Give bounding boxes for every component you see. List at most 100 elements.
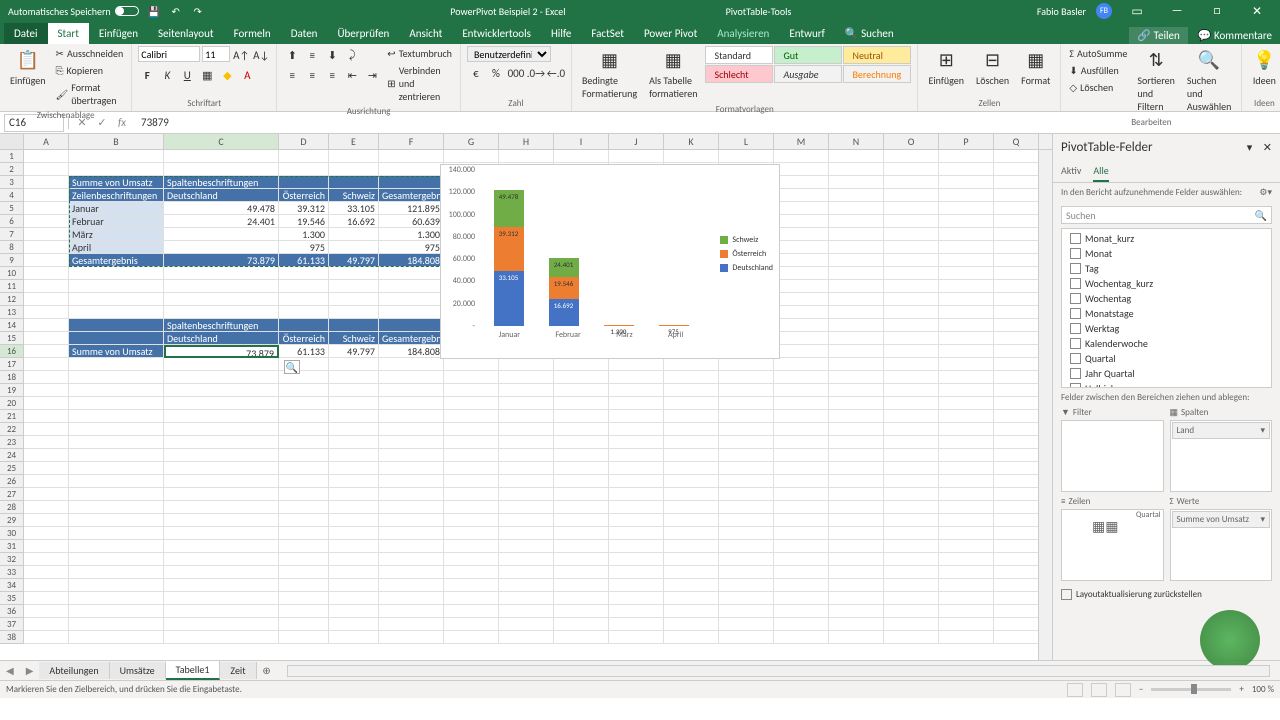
- cell-E31[interactable]: [329, 540, 379, 553]
- cell-B22[interactable]: [69, 423, 164, 436]
- cell-N12[interactable]: [829, 293, 884, 306]
- row-header-13[interactable]: 13: [0, 306, 24, 319]
- cell-G27[interactable]: [444, 488, 499, 501]
- cell-M8[interactable]: [774, 241, 829, 254]
- cell-Q10[interactable]: [994, 267, 1039, 280]
- cell-A35[interactable]: [24, 592, 69, 605]
- cell-C13[interactable]: [164, 306, 279, 319]
- percent-icon[interactable]: %: [487, 64, 505, 82]
- row-header-11[interactable]: 11: [0, 280, 24, 293]
- cell-O4[interactable]: [884, 189, 939, 202]
- cell-B16[interactable]: Summe von Umsatz: [69, 345, 164, 358]
- cell-J36[interactable]: [609, 605, 664, 618]
- cell-O6[interactable]: [884, 215, 939, 228]
- cell-O19[interactable]: [884, 384, 939, 397]
- row-header-38[interactable]: 38: [0, 631, 24, 644]
- cell-F24[interactable]: [379, 449, 444, 462]
- cell-A1[interactable]: [24, 150, 69, 163]
- row-header-30[interactable]: 30: [0, 527, 24, 540]
- row-field-quartal[interactable]: Quartal: [1136, 510, 1160, 520]
- cell-M10[interactable]: [774, 267, 829, 280]
- cell-C35[interactable]: [164, 592, 279, 605]
- bar-Februar[interactable]: 24.40119.54616.692: [549, 258, 579, 326]
- cell-B15[interactable]: [69, 332, 164, 345]
- cell-D11[interactable]: [279, 280, 329, 293]
- cell-O25[interactable]: [884, 462, 939, 475]
- cell-Q18[interactable]: [994, 371, 1039, 384]
- conditional-format-button[interactable]: ▦Bedingte Formatierung: [578, 46, 641, 102]
- cell-B25[interactable]: [69, 462, 164, 475]
- cell-K36[interactable]: [664, 605, 719, 618]
- column-header-Q[interactable]: Q: [994, 134, 1039, 149]
- cell-E14[interactable]: [329, 319, 379, 332]
- cell-G22[interactable]: [444, 423, 499, 436]
- cell-D22[interactable]: [279, 423, 329, 436]
- cell-O22[interactable]: [884, 423, 939, 436]
- cell-O26[interactable]: [884, 475, 939, 488]
- cell-G38[interactable]: [444, 631, 499, 644]
- field-list[interactable]: Monat_kurzMonatTagWochentag_kurzWochenta…: [1061, 228, 1272, 388]
- cell-I28[interactable]: [554, 501, 609, 514]
- cell-P2[interactable]: [939, 163, 994, 176]
- cell-L27[interactable]: [719, 488, 774, 501]
- cell-E12[interactable]: [329, 293, 379, 306]
- cell-A11[interactable]: [24, 280, 69, 293]
- row-header-9[interactable]: 9: [0, 254, 24, 267]
- cell-B8[interactable]: April: [69, 241, 164, 254]
- align-middle-icon[interactable]: ≡: [303, 46, 321, 64]
- cell-Q23[interactable]: [994, 436, 1039, 449]
- cell-G34[interactable]: [444, 579, 499, 592]
- cell-P32[interactable]: [939, 553, 994, 566]
- cell-M4[interactable]: [774, 189, 829, 202]
- value-field-umsatz[interactable]: Summe von Umsatz▾: [1172, 511, 1271, 528]
- cell-A8[interactable]: [24, 241, 69, 254]
- cell-N22[interactable]: [829, 423, 884, 436]
- column-header-K[interactable]: K: [664, 134, 719, 149]
- cell-H33[interactable]: [499, 566, 554, 579]
- pivot-chart[interactable]: -20.00040.00060.00080.000100.000120.0001…: [440, 164, 780, 359]
- cell-I38[interactable]: [554, 631, 609, 644]
- cell-J35[interactable]: [609, 592, 664, 605]
- cell-N36[interactable]: [829, 605, 884, 618]
- cell-C8[interactable]: [164, 241, 279, 254]
- cell-Q30[interactable]: [994, 527, 1039, 540]
- cell-N6[interactable]: [829, 215, 884, 228]
- ribbon-options-icon[interactable]: ▭: [1122, 4, 1152, 19]
- cell-Q21[interactable]: [994, 410, 1039, 423]
- tab-factset[interactable]: FactSet: [581, 23, 634, 44]
- cell-J18[interactable]: [609, 371, 664, 384]
- cell-L31[interactable]: [719, 540, 774, 553]
- cell-Q13[interactable]: [994, 306, 1039, 319]
- cell-A19[interactable]: [24, 384, 69, 397]
- cell-G28[interactable]: [444, 501, 499, 514]
- cell-F17[interactable]: [379, 358, 444, 371]
- cell-J1[interactable]: [609, 150, 664, 163]
- cell-Q4[interactable]: [994, 189, 1039, 202]
- cell-O37[interactable]: [884, 618, 939, 631]
- row-header-26[interactable]: 26: [0, 475, 24, 488]
- cell-O24[interactable]: [884, 449, 939, 462]
- cell-P28[interactable]: [939, 501, 994, 514]
- row-header-5[interactable]: 5: [0, 202, 24, 215]
- cell-K25[interactable]: [664, 462, 719, 475]
- cell-D31[interactable]: [279, 540, 329, 553]
- cell-M36[interactable]: [774, 605, 829, 618]
- cell-G36[interactable]: [444, 605, 499, 618]
- cell-N27[interactable]: [829, 488, 884, 501]
- cell-B19[interactable]: [69, 384, 164, 397]
- cell-B5[interactable]: Januar: [69, 202, 164, 215]
- cell-F33[interactable]: [379, 566, 444, 579]
- cell-N21[interactable]: [829, 410, 884, 423]
- cell-B29[interactable]: [69, 514, 164, 527]
- align-bottom-icon[interactable]: ⬇: [323, 46, 341, 64]
- cell-M16[interactable]: [774, 345, 829, 358]
- cell-K26[interactable]: [664, 475, 719, 488]
- cell-N33[interactable]: [829, 566, 884, 579]
- cell-N13[interactable]: [829, 306, 884, 319]
- cell-C32[interactable]: [164, 553, 279, 566]
- cell-Q37[interactable]: [994, 618, 1039, 631]
- tab-entwurf[interactable]: Entwurf: [779, 23, 835, 44]
- cell-G35[interactable]: [444, 592, 499, 605]
- cell-H32[interactable]: [499, 553, 554, 566]
- cell-E9[interactable]: 49.797: [329, 254, 379, 267]
